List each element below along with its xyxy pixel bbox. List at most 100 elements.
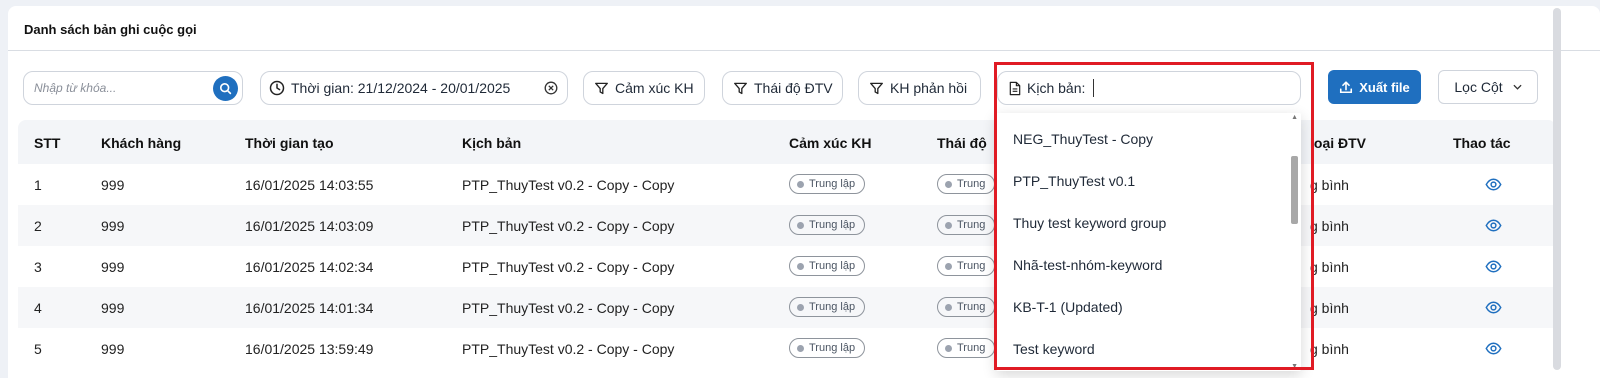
- attitude-badge-label: Trung: [957, 301, 986, 313]
- cell-stt: 5: [34, 341, 42, 357]
- page-title: Danh sách bản ghi cuộc gọi: [24, 22, 197, 37]
- cell-rating: g bình: [1310, 341, 1349, 357]
- filter-funnel-icon: [595, 82, 608, 94]
- badge-dot: [945, 303, 952, 311]
- header-stt: STT: [34, 135, 61, 151]
- time-range-label: Thời gian: 21/12/2024 - 20/01/2025: [291, 80, 511, 96]
- export-file-button[interactable]: Xuất file: [1328, 70, 1421, 104]
- cell-customer: 999: [101, 341, 125, 357]
- table-row: 1 999 16/01/2025 14:03:55 PTP_ThuyTest v…: [18, 164, 1556, 205]
- header-customer: Khách hàng: [101, 135, 182, 151]
- emotion-badge: Trung lập: [789, 297, 866, 317]
- badge-dot: [945, 344, 952, 352]
- header-actions: Thao tác: [1453, 135, 1511, 151]
- attitude-badge: Trung: [937, 297, 996, 317]
- emotion-badge-label: Trung lập: [809, 260, 856, 272]
- cell-rating: g bình: [1310, 177, 1349, 193]
- emotion-badge-label: Trung lập: [809, 178, 856, 190]
- badge-dot: [945, 221, 952, 229]
- attitude-badge: Trung: [937, 215, 996, 235]
- call-records-card: Danh sách bản ghi cuộc gọi Thời gian: 21…: [8, 6, 1600, 378]
- search-icon: [219, 82, 232, 95]
- column-filter-button[interactable]: Lọc Cột: [1438, 70, 1538, 104]
- cell-customer: 999: [101, 218, 125, 234]
- cell-created: 16/01/2025 14:03:55: [245, 177, 374, 193]
- table-row: 4 999 16/01/2025 14:01:34 PTP_ThuyTest v…: [18, 287, 1556, 328]
- attitude-filter-button[interactable]: Thái độ ĐTV: [722, 71, 843, 105]
- cell-customer: 999: [101, 177, 125, 193]
- header-created: Thời gian tạo: [245, 135, 334, 151]
- badge-dot: [797, 344, 804, 352]
- header-rating: loại ĐTV: [1310, 135, 1367, 151]
- emotion-badge: Trung lập: [789, 256, 866, 276]
- cell-stt: 1: [34, 177, 42, 193]
- cell-script: PTP_ThuyTest v0.2 - Copy - Copy: [462, 259, 675, 275]
- cell-rating: g bình: [1310, 218, 1349, 234]
- header-attitude: Thái độ: [937, 135, 987, 151]
- badge-dot: [797, 221, 804, 229]
- header-script: Kịch bản: [462, 135, 522, 151]
- cell-script: PTP_ThuyTest v0.2 - Copy - Copy: [462, 300, 675, 316]
- cell-rating: g bình: [1310, 259, 1349, 275]
- feedback-filter-button[interactable]: KH phản hồi: [858, 71, 981, 105]
- badge-dot: [945, 180, 952, 188]
- eye-icon[interactable]: [1485, 299, 1502, 316]
- table-row: 5 999 16/01/2025 13:59:49 PTP_ThuyTest v…: [18, 328, 1556, 369]
- clear-icon[interactable]: [544, 81, 558, 95]
- eye-icon[interactable]: [1485, 176, 1502, 193]
- badge-dot: [797, 262, 804, 270]
- badge-dot: [945, 262, 952, 270]
- emotion-badge: Trung lập: [789, 174, 866, 194]
- filter-funnel-icon: [870, 82, 883, 94]
- attitude-badge-label: Trung: [957, 260, 986, 272]
- cell-created: 16/01/2025 14:01:34: [245, 300, 374, 316]
- attitude-badge: Trung: [937, 174, 996, 194]
- search-input[interactable]: [34, 81, 204, 95]
- emotion-filter-label: Cảm xúc KH: [615, 80, 694, 96]
- cell-customer: 999: [101, 300, 125, 316]
- chevron-down-icon: [1513, 84, 1522, 90]
- filter-funnel-icon: [734, 82, 747, 94]
- eye-icon[interactable]: [1485, 340, 1502, 357]
- cell-rating: g bình: [1310, 300, 1349, 316]
- badge-dot: [797, 303, 804, 311]
- attitude-badge-label: Trung: [957, 219, 986, 231]
- page-scrollbar[interactable]: [1553, 8, 1561, 370]
- emotion-badge-label: Trung lập: [809, 301, 856, 313]
- cell-created: 16/01/2025 14:02:34: [245, 259, 374, 275]
- title-divider: [8, 50, 1600, 51]
- table-header: STT Khách hàng Thời gian tạo Kịch bản Cả…: [18, 120, 1556, 164]
- cell-stt: 2: [34, 218, 42, 234]
- attitude-badge: Trung: [937, 338, 996, 358]
- cell-script: PTP_ThuyTest v0.2 - Copy - Copy: [462, 177, 675, 193]
- eye-icon[interactable]: [1485, 258, 1502, 275]
- emotion-badge-label: Trung lập: [809, 342, 856, 354]
- search-button[interactable]: [213, 76, 238, 101]
- cell-script: PTP_ThuyTest v0.2 - Copy - Copy: [462, 218, 675, 234]
- cell-stt: 4: [34, 300, 42, 316]
- export-file-label: Xuất file: [1359, 79, 1410, 95]
- table-row: 3 999 16/01/2025 14:02:34 PTP_ThuyTest v…: [18, 246, 1556, 287]
- attitude-badge-label: Trung: [957, 178, 986, 190]
- highlight-annotation-box: [994, 62, 1314, 370]
- clock-icon: [269, 80, 285, 96]
- emotion-badge: Trung lập: [789, 215, 866, 235]
- feedback-filter-label: KH phản hồi: [890, 80, 968, 96]
- upload-icon: [1340, 81, 1353, 94]
- badge-dot: [797, 180, 804, 188]
- cell-stt: 3: [34, 259, 42, 275]
- attitude-badge-label: Trung: [957, 342, 986, 354]
- eye-icon[interactable]: [1485, 217, 1502, 234]
- attitude-filter-label: Thái độ ĐTV: [754, 80, 833, 96]
- cell-script: PTP_ThuyTest v0.2 - Copy - Copy: [462, 341, 675, 357]
- call-records-table: STT Khách hàng Thời gian tạo Kịch bản Cả…: [18, 120, 1556, 378]
- column-filter-label: Lọc Cột: [1454, 79, 1503, 95]
- cell-created: 16/01/2025 14:03:09: [245, 218, 374, 234]
- table-row: 2 999 16/01/2025 14:03:09 PTP_ThuyTest v…: [18, 205, 1556, 246]
- emotion-badge-label: Trung lập: [809, 219, 856, 231]
- attitude-badge: Trung: [937, 256, 996, 276]
- emotion-filter-button[interactable]: Cảm xúc KH: [583, 71, 705, 105]
- time-range-filter[interactable]: Thời gian: 21/12/2024 - 20/01/2025: [260, 71, 568, 105]
- header-emotion: Cảm xúc KH: [789, 135, 872, 151]
- cell-created: 16/01/2025 13:59:49: [245, 341, 374, 357]
